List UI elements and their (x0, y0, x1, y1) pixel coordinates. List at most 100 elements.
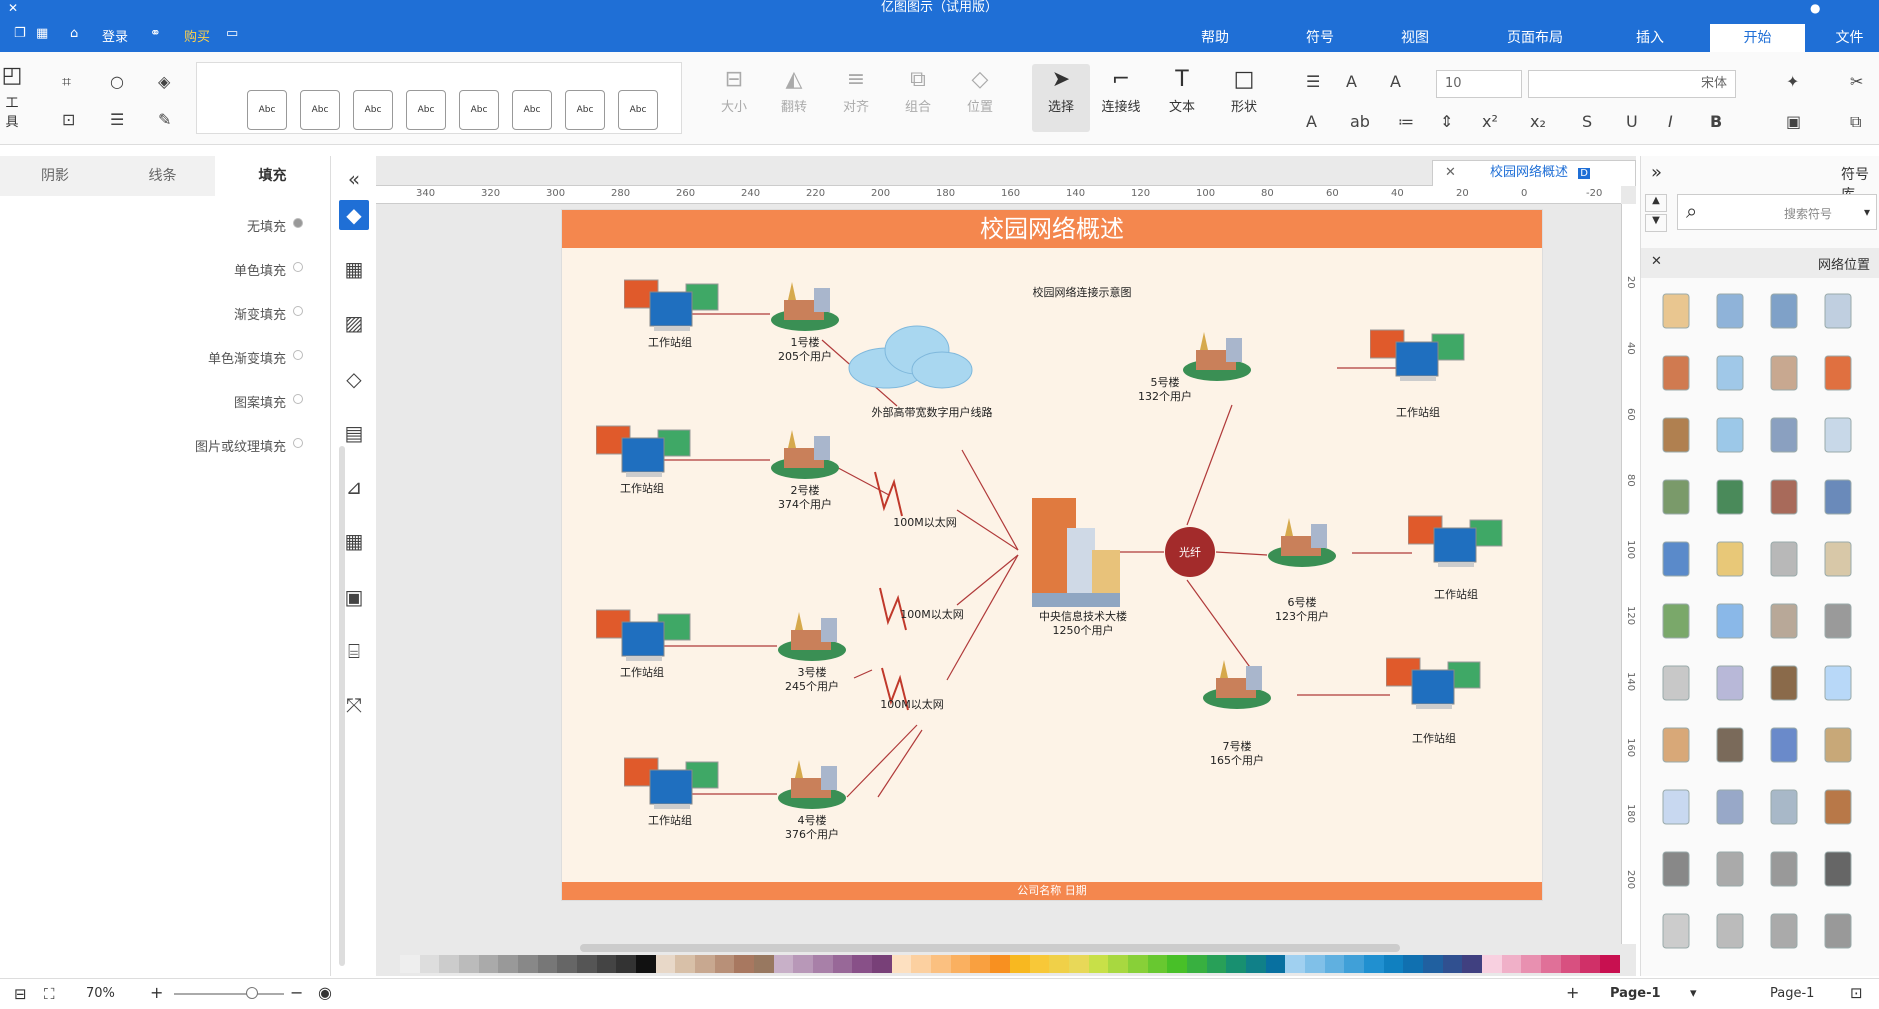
color-swatch[interactable] (518, 955, 538, 973)
building-icon[interactable] (1182, 332, 1252, 382)
style-sample[interactable]: Abc (459, 90, 499, 130)
color-swatch[interactable] (1068, 955, 1089, 973)
color-swatch[interactable] (1265, 955, 1286, 973)
radio-solid-fill[interactable] (293, 262, 303, 272)
position-button[interactable]: ◇ 位置 (958, 66, 1002, 115)
text-button[interactable]: T 文本 (1160, 66, 1204, 115)
expand-panel-icon[interactable]: » (1651, 162, 1662, 183)
color-swatch[interactable] (1009, 955, 1030, 973)
style-sample[interactable]: Abc (300, 90, 340, 130)
panel-scrollbar[interactable] (339, 446, 345, 966)
symbol-item[interactable] (1817, 536, 1859, 582)
tool-group[interactable]: ◰ 工具 (0, 62, 24, 130)
style-sample[interactable]: Abc (247, 90, 287, 130)
symbol-item[interactable] (1655, 784, 1697, 830)
color-swatch[interactable] (1521, 955, 1541, 973)
superscript-icon[interactable]: x² (1482, 112, 1498, 131)
color-swatch[interactable] (1540, 955, 1561, 973)
workstation-icon[interactable] (595, 608, 692, 662)
building-icon[interactable] (777, 612, 847, 662)
color-swatch[interactable] (1147, 955, 1168, 973)
color-swatch[interactable] (557, 955, 578, 973)
text-case-icon[interactable]: ab (1350, 112, 1370, 131)
color-swatch[interactable] (950, 955, 971, 973)
building-icon[interactable] (1267, 518, 1337, 568)
color-swatch[interactable] (1049, 955, 1069, 973)
paste-icon[interactable]: ▣ (1786, 112, 1801, 131)
color-swatch[interactable] (459, 955, 479, 973)
list-icon[interactable]: ≔ (1398, 112, 1414, 131)
symbol-item[interactable] (1709, 536, 1751, 582)
tab-view[interactable]: 视图 (1385, 24, 1445, 52)
color-swatch[interactable] (1560, 955, 1581, 973)
copy-icon[interactable]: ⧉ (1850, 112, 1861, 132)
zoom-slider[interactable] (174, 993, 284, 995)
color-swatch[interactable] (754, 955, 774, 973)
symbol-item[interactable] (1655, 598, 1697, 644)
scroll-down-icon[interactable]: ▼ (1645, 214, 1667, 232)
scroll-up-icon[interactable]: ▲ (1645, 194, 1667, 212)
align-button[interactable]: ≡ 对齐 (834, 66, 878, 115)
symbol-item[interactable] (1709, 288, 1751, 334)
color-swatch[interactable] (675, 955, 696, 973)
document-tab[interactable]: ✕ 校园网络概述 D (1432, 160, 1636, 186)
workstation-icon[interactable] (1369, 328, 1466, 382)
zoom-value[interactable]: 70% (86, 986, 115, 1001)
color-swatch[interactable] (478, 955, 499, 973)
zoom-in-icon[interactable]: + (150, 983, 163, 1002)
color-swatch[interactable] (577, 955, 597, 973)
color-swatch[interactable] (1206, 955, 1227, 973)
subscript-icon[interactable]: x₂ (1530, 112, 1546, 131)
symbol-item[interactable] (1655, 722, 1697, 768)
building-icon[interactable] (777, 760, 847, 810)
option-gradient-fill[interactable]: 渐变填充 (234, 304, 286, 323)
symbol-item[interactable] (1709, 784, 1751, 830)
search-input[interactable]: ⌕ 搜索符号 ▾ (1677, 194, 1877, 230)
tab-file[interactable]: 文件 (1820, 24, 1879, 52)
format-painter-icon[interactable]: ✦ (1786, 72, 1799, 91)
color-swatch[interactable] (872, 955, 892, 973)
color-swatch[interactable] (734, 955, 755, 973)
page-list-icon[interactable]: ⊡ (1850, 984, 1863, 1002)
message-icon[interactable]: ▭ (226, 26, 238, 41)
strikethrough-icon[interactable]: S (1582, 112, 1592, 131)
workstation-icon[interactable] (1407, 514, 1504, 568)
tab-insert[interactable]: 插入 (1620, 24, 1680, 52)
symbol-item[interactable] (1763, 660, 1805, 706)
buy-link[interactable]: 购买 (184, 26, 210, 45)
color-swatch[interactable] (1383, 955, 1404, 973)
color-swatch[interactable] (852, 955, 873, 973)
radio-gradient-fill[interactable] (293, 306, 303, 316)
color-swatch[interactable] (813, 955, 833, 973)
font-shrink-icon[interactable]: A (1346, 72, 1357, 91)
symbol-item[interactable] (1763, 350, 1805, 396)
color-swatch[interactable] (1462, 955, 1482, 973)
style-sample[interactable]: Abc (565, 90, 605, 130)
tab-shadow[interactable]: 阴影 (0, 156, 110, 196)
image-icon[interactable]: ▨ (339, 308, 369, 338)
horizontal-scrollbar[interactable] (580, 944, 1400, 952)
symbol-item[interactable] (1709, 908, 1751, 954)
close-section-icon[interactable]: ✕ (1651, 254, 1662, 269)
symbol-item[interactable] (1655, 908, 1697, 954)
zoom-out-icon[interactable]: − (290, 983, 303, 1002)
tab-home[interactable]: 开始 (1710, 24, 1805, 52)
radio-solid-gradient-fill[interactable] (293, 350, 303, 360)
symbol-item[interactable] (1709, 722, 1751, 768)
bold-icon[interactable]: B (1710, 112, 1722, 131)
symbol-item[interactable] (1817, 412, 1859, 458)
add-page-icon[interactable]: + (1566, 983, 1579, 1002)
color-swatch[interactable] (891, 955, 912, 973)
cut-icon[interactable]: ✂ (1850, 72, 1863, 91)
symbol-item[interactable] (1763, 288, 1805, 334)
current-page[interactable]: Page-1 (1770, 986, 1814, 1001)
symbol-item[interactable] (1817, 598, 1859, 644)
close-window-icon[interactable]: ✕ (8, 0, 18, 16)
symbol-item[interactable] (1817, 784, 1859, 830)
color-swatch[interactable] (498, 955, 519, 973)
quick-item-login[interactable]: 登录 (102, 26, 128, 45)
lock-icon[interactable]: ⊡ (62, 110, 75, 129)
color-swatch[interactable] (1088, 955, 1109, 973)
symbol-item[interactable] (1709, 474, 1751, 520)
page-icon[interactable]: ▤ (339, 418, 369, 448)
